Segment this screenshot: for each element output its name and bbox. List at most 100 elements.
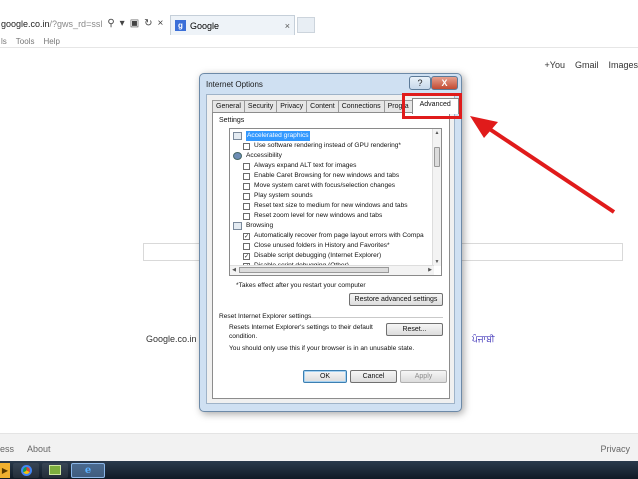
taskbar: ▶ e bbox=[0, 461, 638, 479]
scroll-down-icon[interactable]: ▼ bbox=[433, 258, 441, 266]
setting-label: Close unused folders in History and Favo… bbox=[254, 242, 390, 249]
settings-checkbox-row[interactable]: Play system sounds bbox=[243, 191, 313, 201]
checkbox[interactable] bbox=[243, 162, 250, 170]
reset-button[interactable]: Reset... bbox=[386, 323, 443, 336]
setting-label: Disable script debugging (Internet Explo… bbox=[254, 252, 382, 259]
checkbox-checked[interactable]: ✓ bbox=[243, 252, 250, 260]
chrome-icon bbox=[20, 464, 32, 476]
accessibility-icon bbox=[233, 152, 242, 160]
settings-label: Settings bbox=[219, 117, 245, 124]
internet-options-dialog: Internet Options ? X General Security Pr… bbox=[199, 73, 462, 412]
footer-link-business[interactable]: ess bbox=[0, 444, 14, 454]
settings-category[interactable]: Accelerated graphics bbox=[233, 131, 310, 141]
advanced-tab-panel: Settings Accelerated graphics Use softwar… bbox=[212, 112, 450, 399]
checkbox[interactable] bbox=[243, 202, 250, 210]
settings-category[interactable]: Accessibility bbox=[233, 151, 282, 161]
dropdown-icon[interactable]: ▾ bbox=[120, 19, 125, 29]
scroll-left-icon[interactable]: ◀ bbox=[230, 266, 238, 275]
settings-checkbox-row[interactable]: ✓ Disable script debugging (Internet Expl… bbox=[243, 251, 381, 261]
browsing-icon bbox=[233, 222, 242, 230]
start-button[interactable]: ▶ bbox=[0, 462, 10, 478]
browser-chrome: google.co.in/?gws_rd=ssl ⚲ ▾ ▣ ↻ × g Goo… bbox=[0, 0, 638, 48]
settings-checkbox-row[interactable]: Use software rendering instead of GPU re… bbox=[243, 141, 401, 151]
arrow-head bbox=[470, 116, 498, 138]
setting-label: Enable Caret Browsing for new windows an… bbox=[254, 172, 400, 179]
checkbox[interactable] bbox=[243, 182, 250, 190]
tab-strip: General Security Privacy Content Connect… bbox=[212, 98, 459, 114]
setting-label: Play system sounds bbox=[254, 192, 313, 199]
setting-label: Reset zoom level for new windows and tab… bbox=[254, 212, 383, 219]
unusable-note: You should only use this if your browser… bbox=[229, 345, 415, 352]
plus-you-link[interactable]: +You bbox=[545, 60, 565, 70]
cancel-button[interactable]: Cancel bbox=[350, 370, 397, 383]
hscroll-thumb[interactable] bbox=[239, 267, 389, 273]
search-icon[interactable]: ⚲ bbox=[107, 19, 114, 29]
setting-label: Automatically recover from page layout e… bbox=[254, 232, 424, 239]
refresh-icon[interactable]: ↻ bbox=[144, 19, 152, 29]
group-divider bbox=[311, 317, 443, 318]
images-link[interactable]: Images bbox=[608, 60, 638, 70]
scroll-up-icon[interactable]: ▲ bbox=[433, 129, 441, 137]
setting-label: Use software rendering instead of GPU re… bbox=[254, 142, 401, 149]
apply-button[interactable]: Apply bbox=[400, 370, 447, 383]
dialog-body: General Security Privacy Content Connect… bbox=[206, 94, 459, 404]
setting-label: Browsing bbox=[246, 222, 274, 229]
settings-list[interactable]: Accelerated graphics Use software renderi… bbox=[229, 128, 442, 276]
tab-close-icon[interactable]: × bbox=[285, 21, 290, 31]
gmail-link[interactable]: Gmail bbox=[575, 60, 599, 70]
browser-tab[interactable]: g Google × bbox=[170, 15, 295, 35]
checkbox[interactable] bbox=[243, 242, 250, 250]
close-icon[interactable]: × bbox=[158, 19, 164, 29]
ie-taskbar-button[interactable]: e bbox=[71, 462, 105, 478]
language-link-punjabi[interactable]: ਪੰਜਾਬੀ bbox=[472, 334, 495, 345]
footer-link-about[interactable]: About bbox=[27, 444, 51, 454]
lock-icon[interactable]: ▣ bbox=[130, 19, 139, 29]
setting-label: Accessibility bbox=[246, 152, 282, 159]
checkbox[interactable] bbox=[243, 172, 250, 180]
chrome-taskbar-button[interactable] bbox=[13, 462, 39, 478]
settings-checkbox-row[interactable]: Always expand ALT text for images bbox=[243, 161, 356, 171]
restore-advanced-settings-button[interactable]: Restore advanced settings bbox=[349, 293, 443, 306]
internet-explorer-icon: e bbox=[84, 464, 92, 476]
vertical-scrollbar[interactable]: ▲ ▼ bbox=[432, 129, 441, 266]
checkbox[interactable] bbox=[243, 212, 250, 220]
settings-category[interactable]: Browsing bbox=[233, 221, 273, 231]
app-taskbar-button[interactable] bbox=[42, 462, 68, 478]
setting-label: Move system caret with focus/selection c… bbox=[254, 182, 396, 189]
footer-link-privacy[interactable]: Privacy bbox=[600, 444, 630, 454]
menu-item-tools[interactable]: Tools bbox=[16, 37, 35, 47]
offered-in-text: Google.co.in of bbox=[146, 334, 207, 344]
menu-bar: ls Tools Help bbox=[0, 37, 60, 47]
arrow-shaft bbox=[480, 122, 616, 214]
tab-advanced[interactable]: Advanced bbox=[411, 98, 459, 114]
horizontal-scrollbar[interactable]: ◀ ▶ bbox=[230, 265, 434, 275]
setting-label: Reset text size to medium for new window… bbox=[254, 202, 408, 209]
settings-checkbox-row[interactable]: ✓ Automatically recover from page layout … bbox=[243, 231, 424, 241]
app-window-icon bbox=[49, 465, 61, 475]
settings-checkbox-row[interactable]: Reset text size to medium for new window… bbox=[243, 201, 408, 211]
settings-checkbox-row[interactable]: Close unused folders in History and Favo… bbox=[243, 241, 390, 251]
help-button[interactable]: ? bbox=[409, 76, 431, 90]
reset-description: Resets Internet Explorer's settings to t… bbox=[229, 324, 373, 340]
checkbox-checked[interactable]: ✓ bbox=[243, 232, 250, 240]
menu-item[interactable]: ls bbox=[1, 37, 7, 47]
settings-checkbox-row[interactable]: Enable Caret Browsing for new windows an… bbox=[243, 171, 399, 181]
checkbox[interactable] bbox=[243, 192, 250, 200]
reset-group-label: Reset Internet Explorer settings bbox=[219, 313, 312, 320]
ok-button[interactable]: OK bbox=[303, 370, 347, 383]
address-bar[interactable]: google.co.in/?gws_rd=ssl ⚲ ▾ ▣ ↻ × bbox=[0, 14, 170, 34]
settings-checkbox-row[interactable]: Move system caret with focus/selection c… bbox=[243, 181, 395, 191]
scroll-right-icon[interactable]: ▶ bbox=[426, 266, 434, 275]
setting-label: Accelerated graphics bbox=[246, 131, 310, 141]
new-tab-button[interactable] bbox=[297, 17, 315, 33]
url-text[interactable]: google.co.in/?gws_rd=ssl bbox=[1, 19, 102, 29]
google-favicon-icon: g bbox=[175, 20, 186, 31]
close-button[interactable]: X bbox=[431, 76, 458, 90]
menu-item-help[interactable]: Help bbox=[43, 37, 59, 47]
checkbox[interactable] bbox=[243, 142, 250, 150]
page-footer: ess About Privacy bbox=[0, 433, 638, 463]
dialog-title: Internet Options bbox=[206, 80, 263, 89]
scroll-thumb[interactable] bbox=[434, 147, 440, 167]
google-top-links: +You Gmail Images bbox=[545, 60, 638, 70]
settings-checkbox-row[interactable]: Reset zoom level for new windows and tab… bbox=[243, 211, 382, 221]
